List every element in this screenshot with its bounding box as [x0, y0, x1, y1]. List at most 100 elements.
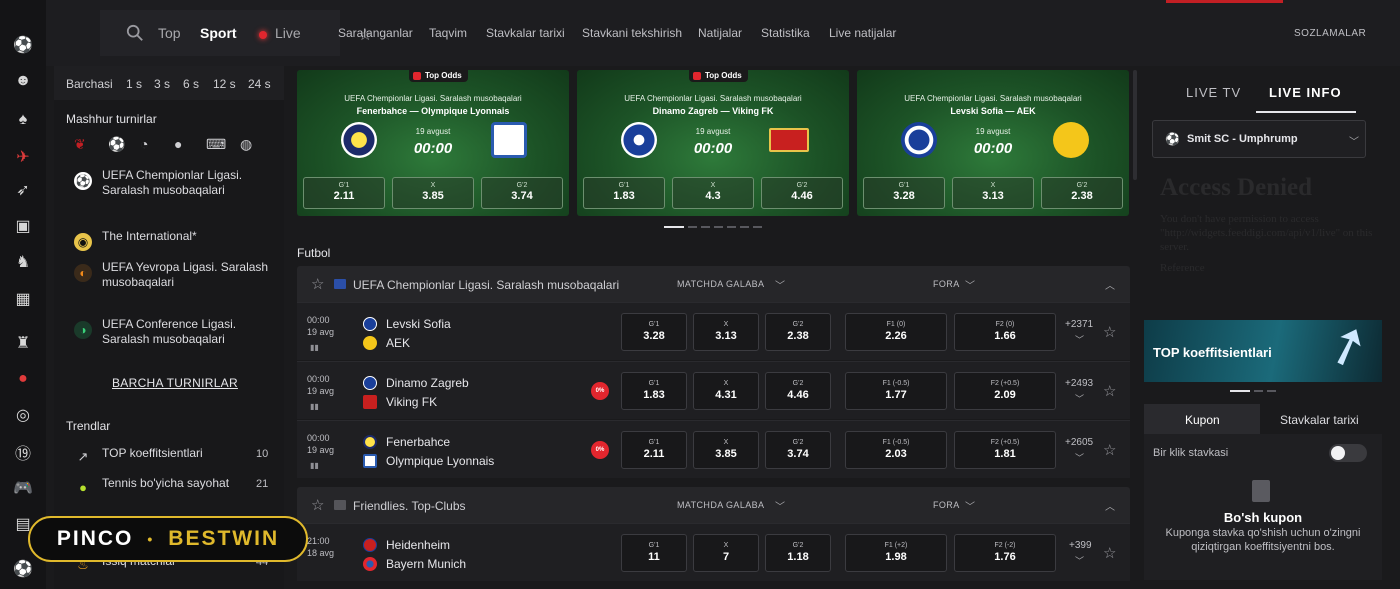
live-icon[interactable]: ● — [13, 369, 33, 389]
odds-button[interactable]: G'2 2.38 — [765, 313, 831, 351]
league-header[interactable]: ☆ Friendlies. Top-Clubs MATCHDA GALABA ﹀… — [297, 487, 1130, 523]
pager-dot[interactable] — [688, 226, 697, 228]
pager-dot[interactable] — [727, 226, 736, 228]
market-select[interactable]: FORA — [933, 500, 960, 510]
match-row[interactable]: 00:00 19 avg ▮▮ Levski Sofia AEK G'1 3.28 … — [297, 302, 1130, 360]
soccer-icon[interactable]: ⚽ — [13, 559, 33, 579]
star-icon[interactable]: ☆ — [1103, 544, 1116, 562]
league-header[interactable]: ☆ UEFA Chempionlar Ligasi. Saralash muso… — [297, 266, 1130, 302]
chevron-up-icon[interactable]: ︿ — [1105, 498, 1115, 513]
odds-button[interactable]: G'1 11 — [621, 534, 687, 572]
pager-dot[interactable] — [1267, 390, 1276, 392]
odds-button[interactable]: G'1 3.28 — [863, 177, 945, 209]
tab-coupon[interactable]: Kupon — [1185, 413, 1220, 427]
time-filter-1h[interactable]: 1 s — [126, 77, 142, 91]
rocket-icon[interactable]: ➶ — [13, 180, 33, 200]
promo-badge[interactable]: 0% — [591, 441, 609, 459]
match-row[interactable]: 21:00 18 avg Heidenheim Bayern Munich G'1… — [297, 523, 1130, 581]
one-click-toggle[interactable] — [1329, 444, 1367, 462]
odds-button[interactable]: X 3.13 — [693, 313, 759, 351]
star-icon[interactable]: ☆ — [1103, 323, 1116, 341]
odds-button[interactable]: G'2 4.46 — [761, 177, 843, 209]
bingo-icon[interactable]: ▦ — [13, 289, 33, 309]
nav-live-results[interactable]: Live natijalar — [829, 26, 896, 40]
tab-live[interactable]: Live — [275, 25, 301, 41]
gamepad-icon[interactable]: 🎮 — [13, 478, 33, 498]
chevron-up-icon[interactable]: ︿ — [1105, 277, 1115, 292]
time-filter-3h[interactable]: 3 s — [154, 77, 170, 91]
featured-card[interactable]: Top Odds UEFA Chempionlar Ligasi. Sarala… — [577, 70, 849, 216]
football-icon[interactable]: ⚽ — [108, 136, 125, 153]
time-filter-6h[interactable]: 6 s — [183, 77, 199, 91]
laurel-icon[interactable]: ❦ — [74, 136, 86, 153]
pager-dot[interactable] — [753, 226, 762, 228]
odds-button[interactable]: G'2 3.74 — [481, 177, 563, 209]
odds-button[interactable]: F1 (-0.5) 1.77 — [845, 372, 947, 410]
tab-sport[interactable]: Sport — [200, 25, 237, 41]
plane-icon[interactable]: ✈ — [13, 147, 33, 167]
time-filter-24h[interactable]: 24 s — [248, 77, 271, 91]
pager-dot[interactable] — [1254, 390, 1263, 392]
chevron-down-icon[interactable]: ﹀ — [1075, 333, 1084, 346]
tennis-icon[interactable]: ◍ — [240, 136, 252, 153]
stats-icon[interactable]: ▮▮ — [310, 402, 319, 411]
odds-button[interactable]: X 3.85 — [392, 177, 474, 209]
basketball-icon[interactable]: ● — [174, 136, 182, 152]
more-markets[interactable]: +399 — [1069, 540, 1092, 551]
odds-button[interactable]: F1 (-0.5) 2.03 — [845, 431, 947, 469]
nav-calendar[interactable]: Taqvim — [429, 26, 467, 40]
stats-icon[interactable]: ▮▮ — [310, 343, 319, 352]
chevron-down-icon[interactable]: ﹀ — [965, 277, 975, 292]
search-icon[interactable] — [126, 24, 144, 42]
time-filter-12h[interactable]: 12 s — [213, 77, 236, 91]
odds-button[interactable]: X7 — [693, 534, 759, 572]
odds-button[interactable]: G'1 2.11 — [621, 431, 687, 469]
odds-button[interactable]: F1 (0) 2.26 — [845, 313, 947, 351]
chevron-down-icon[interactable]: ﹀ — [1075, 451, 1084, 464]
market-select[interactable]: FORA — [933, 279, 960, 289]
stats-icon[interactable]: ▮▮ — [310, 461, 319, 470]
number-icon[interactable]: ⑲ — [13, 442, 33, 463]
tab-live-tv[interactable]: LIVE TV — [1186, 85, 1241, 100]
chevron-down-icon[interactable]: ﹀ — [965, 498, 975, 513]
mascot-icon[interactable]: ♞ — [13, 252, 33, 272]
odds-button[interactable]: X 3.13 — [952, 177, 1034, 209]
cards-icon[interactable]: ♠ — [13, 110, 33, 130]
odds-button[interactable]: F2 (-2) 1.76 — [954, 534, 1056, 572]
pager-dot[interactable] — [664, 226, 684, 228]
rugby-icon[interactable]: ◔ — [140, 136, 148, 152]
odds-button[interactable]: X 4.31 — [693, 372, 759, 410]
odds-button[interactable]: F2 (+0.5) 2.09 — [954, 372, 1056, 410]
tab-live-info[interactable]: LIVE INFO — [1269, 85, 1342, 100]
nav-favorites[interactable]: Saralanganlar — [338, 26, 413, 40]
nav-statistics[interactable]: Statistika — [761, 26, 810, 40]
esports-icon[interactable]: ♜ — [13, 333, 33, 353]
star-icon[interactable]: ☆ — [311, 275, 324, 293]
star-icon[interactable]: ☆ — [1103, 441, 1116, 459]
chevron-down-icon[interactable]: ﹀ — [775, 498, 785, 513]
promo-banner[interactable]: TOP koeffitsientlari ➚ — [1144, 320, 1382, 382]
featured-card[interactable]: Top Odds UEFA Chempionlar Ligasi. Sarala… — [297, 70, 569, 216]
odds-button[interactable]: X 3.85 — [693, 431, 759, 469]
odds-button[interactable]: G'1 2.11 — [303, 177, 385, 209]
more-markets[interactable]: +2605 — [1065, 437, 1093, 448]
nav-bet-history[interactable]: Stavkalar tarixi — [486, 26, 565, 40]
chevron-down-icon[interactable]: ﹀ — [775, 277, 785, 292]
more-markets[interactable]: +2371 — [1065, 319, 1093, 330]
match-row[interactable]: 00:00 19 avg ▮▮ Fenerbahce Olympique Lyon… — [297, 420, 1130, 478]
odds-button[interactable]: G'1 1.83 — [583, 177, 665, 209]
odds-button[interactable]: G'2 4.46 — [765, 372, 831, 410]
odds-button[interactable]: G'2 3.74 — [765, 431, 831, 469]
pager-dot[interactable] — [701, 226, 710, 228]
more-markets[interactable]: +2493 — [1065, 378, 1093, 389]
star-icon[interactable]: ☆ — [1103, 382, 1116, 400]
pager-dot[interactable] — [714, 226, 723, 228]
pager-dot[interactable] — [1230, 390, 1250, 392]
odds-button[interactable]: X 4.3 — [672, 177, 754, 209]
pager-dot[interactable] — [740, 226, 749, 228]
tab-bet-history[interactable]: Stavkalar tarixi — [1280, 413, 1359, 427]
time-filter-all[interactable]: Barchasi — [66, 77, 113, 91]
nav-check-bet[interactable]: Stavkani tekshirish — [582, 26, 682, 40]
odds-button[interactable]: G'1 3.28 — [621, 313, 687, 351]
market-select[interactable]: MATCHDA GALABA — [677, 500, 764, 510]
